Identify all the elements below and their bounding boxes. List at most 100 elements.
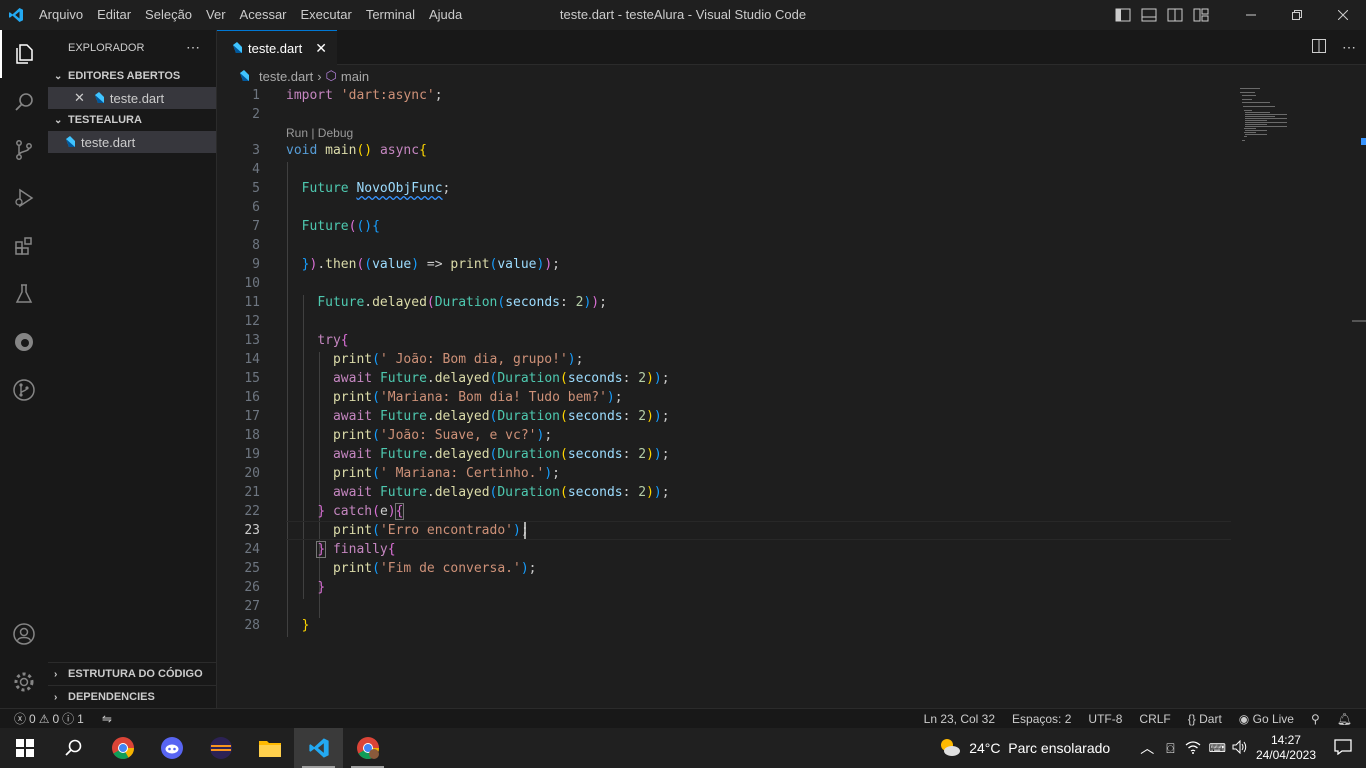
encoding[interactable]: UTF-8 <box>1088 712 1122 726</box>
notifications-bell-icon[interactable]: 🔔︎ <box>1337 712 1352 726</box>
chevron-right-icon: › <box>54 668 58 680</box>
line-number: 28 <box>244 618 260 633</box>
vscode-taskbar-icon[interactable] <box>294 728 343 768</box>
line-number: 27 <box>244 599 260 614</box>
weather-text[interactable]: 24°C Parc ensolarado <box>969 740 1110 756</box>
code-line: Future NovoObjFunc; <box>301 181 451 196</box>
source-control-icon[interactable] <box>0 126 48 174</box>
dependencies-section[interactable]: › DEPENDENCIES <box>48 685 216 708</box>
more-actions-icon[interactable]: ⋯ <box>186 39 200 56</box>
breadcrumb-symbol[interactable]: main <box>341 69 369 84</box>
dart-file-icon <box>66 136 75 147</box>
toggle-panel-icon[interactable] <box>1136 0 1162 30</box>
eclipse-icon[interactable] <box>196 728 245 768</box>
problems-status[interactable]: ⓧ 0 ⚠ 0 ⓘ 1 <box>14 710 84 727</box>
taskbar-search-icon[interactable] <box>49 728 98 768</box>
menu-acessar[interactable]: Acessar <box>233 0 294 30</box>
open-editors-section[interactable]: ⌄ EDITORES ABERTOS <box>48 65 216 87</box>
method-icon: ⬡ <box>325 68 337 83</box>
line-number: 12 <box>244 314 260 329</box>
volume-icon[interactable] <box>1232 739 1248 757</box>
toggle-sidebar-icon[interactable] <box>1110 0 1136 30</box>
menu-ver[interactable]: Ver <box>199 0 233 30</box>
keyboard-language-icon[interactable]: ⌨ <box>1209 741 1226 755</box>
code-line: print('João: Suave, e vc?'); <box>332 428 553 443</box>
line-number: 19 <box>244 447 260 462</box>
remote-icon[interactable]: ⇋ <box>102 712 112 726</box>
code-line: print(' Mariana: Certinho.'); <box>332 466 560 481</box>
code-line: } <box>301 618 310 633</box>
go-live-button[interactable]: ◉ Go Live <box>1239 712 1294 726</box>
code-line: void main() async{ <box>286 143 427 158</box>
split-editor-icon[interactable] <box>1312 39 1326 56</box>
clock-date: 24/04/2023 <box>1255 748 1316 762</box>
weather-icon[interactable] <box>937 736 961 761</box>
vscode-logo-icon <box>0 0 32 30</box>
chrome-icon[interactable] <box>98 728 147 768</box>
close-icon[interactable]: ✕ <box>74 90 85 106</box>
chevron-up-icon[interactable]: ︿ <box>1140 738 1154 758</box>
menu-bar: Arquivo Editar Seleção Ver Acessar Execu… <box>32 0 469 30</box>
wifi-icon[interactable] <box>1185 740 1201 757</box>
more-actions-icon[interactable]: ⋯ <box>1342 39 1356 56</box>
search-icon[interactable] <box>0 78 48 126</box>
project-section[interactable]: ⌄ TESTEALURA <box>48 109 216 131</box>
tab-teste-dart[interactable]: teste.dart ✕ <box>217 30 337 65</box>
menu-ajuda[interactable]: Ajuda <box>422 0 469 30</box>
menu-terminal[interactable]: Terminal <box>359 0 422 30</box>
open-editor-item[interactable]: ✕ teste.dart <box>48 87 216 109</box>
close-tab-icon[interactable]: ✕ <box>315 40 327 57</box>
code-line: import 'dart:async'; <box>286 88 443 103</box>
line-number: 16 <box>244 390 260 405</box>
line-number: 18 <box>244 428 260 443</box>
accounts-status-icon[interactable]: ⚲ <box>1311 712 1320 726</box>
testing-icon[interactable] <box>0 270 48 318</box>
minimize-button[interactable] <box>1228 0 1274 30</box>
activity-bar <box>0 30 48 708</box>
toggle-secondary-sidebar-icon[interactable] <box>1162 0 1188 30</box>
chrome-profile-icon[interactable] <box>343 728 392 768</box>
code-line: } catch(e){ <box>317 503 405 520</box>
outline-section[interactable]: › ESTRUTURA DO CÓDIGO <box>48 662 216 685</box>
end-of-line[interactable]: CRLF <box>1139 712 1170 726</box>
line-number: 4 <box>252 162 260 177</box>
edge-devtools-icon[interactable] <box>0 318 48 366</box>
settings-gear-icon[interactable] <box>0 658 48 706</box>
editor-tabs: teste.dart ✕ ⋯ <box>217 30 1366 65</box>
line-number: 25 <box>244 561 260 576</box>
git-graph-icon[interactable] <box>0 366 48 414</box>
language-mode[interactable]: {} Dart <box>1188 712 1222 726</box>
run-debug-icon[interactable] <box>0 174 48 222</box>
line-number: 10 <box>244 276 260 291</box>
file-explorer-icon[interactable] <box>245 728 294 768</box>
line-number: 23 <box>244 523 260 538</box>
customize-layout-icon[interactable] <box>1188 0 1214 30</box>
close-window-button[interactable] <box>1320 0 1366 30</box>
indentation[interactable]: Espaços: 2 <box>1012 712 1071 726</box>
restore-button[interactable] <box>1274 0 1320 30</box>
menu-selecao[interactable]: Seleção <box>138 0 199 30</box>
code-line: Future((){ <box>301 219 380 234</box>
minimap[interactable] <box>1237 86 1352 686</box>
project-file-item[interactable]: teste.dart <box>48 131 216 153</box>
code-line: await Future.delayed(Duration(seconds: 2… <box>332 447 670 462</box>
explorer-icon[interactable] <box>0 30 48 78</box>
info-icon: ⓘ <box>62 712 75 726</box>
cursor-position[interactable]: Ln 23, Col 32 <box>924 712 995 726</box>
windows-start-icon[interactable] <box>0 728 49 768</box>
extensions-icon[interactable] <box>0 222 48 270</box>
line-number: 5 <box>252 181 260 196</box>
menu-editar[interactable]: Editar <box>90 0 138 30</box>
system-clock[interactable]: 14:27 24/04/2023 <box>1256 733 1316 763</box>
vertical-scrollbar[interactable] <box>1352 65 1366 708</box>
menu-executar[interactable]: Executar <box>294 0 359 30</box>
notification-center-icon[interactable] <box>1334 738 1352 758</box>
menu-arquivo[interactable]: Arquivo <box>32 0 90 30</box>
code-editor[interactable]: 1 import 'dart:async'; 2 Run | Debug 3 v… <box>217 86 1237 686</box>
line-number: 1 <box>252 88 260 103</box>
line-number: 26 <box>244 580 260 595</box>
discord-icon[interactable] <box>147 728 196 768</box>
breadcrumb-file[interactable]: teste.dart <box>259 69 313 84</box>
accounts-icon[interactable] <box>0 610 48 658</box>
camera-icon[interactable]: ⌼ <box>1166 740 1174 757</box>
